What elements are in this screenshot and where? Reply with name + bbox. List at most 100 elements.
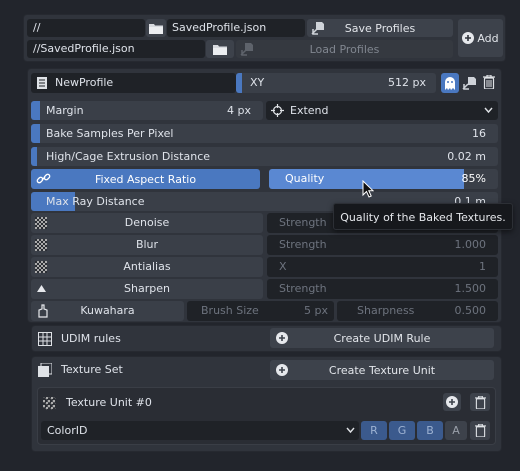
extend-dropdown[interactable]: Extend bbox=[266, 101, 498, 120]
sharpness-label: Sharpness bbox=[357, 304, 415, 317]
fixed-aspect-label: Fixed Aspect Ratio bbox=[94, 172, 197, 186]
antialias-x-field[interactable]: X 1 bbox=[267, 257, 498, 277]
kuwahara-button[interactable]: Kuwahara bbox=[31, 301, 184, 321]
cage-distance-field[interactable]: High/Cage Extrusion Distance 0.02 m bbox=[31, 147, 498, 166]
margin-fill bbox=[31, 101, 40, 120]
quality-value: 85% bbox=[461, 172, 486, 185]
add-profile-button[interactable]: Add bbox=[458, 19, 503, 57]
create-udim-button[interactable]: Create UDIM Rule bbox=[270, 328, 494, 348]
export-icon bbox=[462, 77, 476, 90]
tooltip-text: Quality of the Baked Textures. bbox=[340, 211, 506, 224]
sharpness-field[interactable]: Sharpness 0.500 bbox=[337, 301, 498, 321]
margin-field[interactable]: Margin 4 px bbox=[31, 101, 263, 120]
ghost-toggle[interactable] bbox=[441, 73, 459, 93]
save-file-icon bbox=[311, 22, 324, 35]
filter-row: Antialias X 1 bbox=[31, 257, 498, 277]
filter-param-label: X bbox=[279, 260, 287, 273]
kuwahara-name: Kuwahara bbox=[80, 304, 135, 317]
save-profiles-button[interactable]: Save Profiles bbox=[307, 19, 453, 37]
blur-button[interactable]: Blur bbox=[31, 235, 263, 255]
bake-samples-field[interactable]: Bake Samples Per Pixel 16 bbox=[31, 124, 498, 143]
texture-unit-label: Texture Unit #0 bbox=[66, 396, 152, 409]
grid-icon bbox=[38, 332, 52, 346]
browse-folder-button[interactable] bbox=[206, 40, 234, 58]
brush-size-label: Brush Size bbox=[201, 304, 259, 317]
extend-value: Extend bbox=[290, 104, 329, 117]
channel-toggles: R G B A bbox=[361, 421, 469, 440]
texture-set-header: Texture Set bbox=[38, 361, 238, 379]
checker-icon bbox=[35, 239, 47, 251]
sharpness-value: 0.500 bbox=[454, 304, 487, 317]
filter-row: Blur Strength 1.000 bbox=[31, 235, 498, 255]
add-circle-icon bbox=[276, 332, 288, 344]
delete-profile-button[interactable] bbox=[483, 74, 497, 91]
sharpen-strength-field[interactable]: Strength 1.500 bbox=[267, 279, 498, 299]
quality-slider[interactable]: Quality 85% bbox=[269, 169, 498, 189]
fixed-aspect-toggle[interactable]: Fixed Aspect Ratio bbox=[31, 169, 260, 189]
texture-stack-icon bbox=[38, 363, 52, 377]
checker-icon bbox=[43, 397, 56, 410]
add-circle-icon bbox=[462, 32, 475, 44]
chevron-down-icon bbox=[346, 427, 355, 434]
axis-label: XY bbox=[250, 76, 265, 89]
checker-icon bbox=[35, 217, 47, 229]
sharpen-button[interactable]: Sharpen bbox=[31, 279, 263, 299]
kuwahara-row: Kuwahara Brush Size 5 px Sharpness 0.500 bbox=[31, 301, 498, 321]
antialias-button[interactable]: Antialias bbox=[31, 257, 263, 277]
bake-samples-value: 16 bbox=[472, 127, 486, 140]
trash-icon bbox=[474, 395, 486, 409]
quality-tooltip: Quality of the Baked Textures. bbox=[333, 203, 513, 230]
open-folder-button[interactable] bbox=[146, 19, 166, 37]
filter-param-label: Strength bbox=[279, 238, 327, 251]
denoise-button[interactable]: Denoise bbox=[31, 213, 263, 233]
profile-file-field[interactable]: SavedProfile.json bbox=[167, 19, 305, 37]
margin-label: Margin bbox=[46, 104, 84, 117]
filter-name: Denoise bbox=[124, 216, 170, 229]
resolution-fill bbox=[236, 73, 242, 93]
channel-b-toggle[interactable]: B bbox=[417, 421, 443, 440]
channel-a-toggle[interactable]: A bbox=[445, 421, 467, 440]
bake-samples-fill bbox=[31, 124, 40, 143]
add-circle-icon bbox=[276, 364, 288, 376]
channel-r-label: R bbox=[370, 424, 378, 437]
blur-strength-field[interactable]: Strength 1.000 bbox=[267, 235, 498, 255]
add-unit-button[interactable] bbox=[443, 393, 461, 411]
delete-channel-button[interactable] bbox=[470, 421, 490, 440]
filter-param-value: 1 bbox=[479, 260, 486, 273]
create-texture-unit-label: Create Texture Unit bbox=[328, 363, 436, 377]
create-texture-unit-button[interactable]: Create Texture Unit bbox=[270, 360, 494, 380]
ghost-icon bbox=[445, 76, 455, 90]
add-label: Add bbox=[477, 31, 499, 45]
filter-name: Sharpen bbox=[124, 282, 170, 295]
quality-label: Quality bbox=[285, 172, 325, 185]
resolution-field[interactable]: XY 512 px bbox=[236, 73, 436, 93]
channel-dropdown[interactable]: ColorID bbox=[41, 421, 359, 440]
profile-name[interactable]: NewProfile bbox=[55, 73, 113, 93]
filter-param-value: 1.500 bbox=[454, 282, 487, 295]
load-profiles-button[interactable]: Load Profiles bbox=[236, 40, 453, 58]
triangle-up-icon bbox=[37, 285, 46, 292]
brush-icon bbox=[38, 304, 48, 318]
save-profiles-label: Save Profiles bbox=[344, 21, 416, 35]
udim-header: UDIM rules bbox=[38, 330, 238, 348]
profile-name-row: NewProfile bbox=[31, 73, 236, 93]
trash-icon bbox=[483, 74, 495, 90]
filter-row: Sharpen Strength 1.500 bbox=[31, 279, 498, 299]
crosshair-icon bbox=[271, 104, 284, 117]
trash-icon bbox=[474, 424, 486, 437]
texture-unit-header: Texture Unit #0 bbox=[43, 394, 283, 412]
margin-value: 4 px bbox=[227, 104, 251, 117]
channel-g-toggle[interactable]: G bbox=[389, 421, 415, 440]
profile-path-input[interactable]: //SavedProfile.json bbox=[27, 40, 205, 58]
folder-icon bbox=[213, 44, 227, 55]
export-profile-button[interactable] bbox=[461, 75, 477, 91]
brush-size-field[interactable]: Brush Size 5 px bbox=[187, 301, 334, 321]
delete-unit-button[interactable] bbox=[470, 393, 490, 411]
channel-r-toggle[interactable]: R bbox=[361, 421, 387, 440]
resolution-value: 512 px bbox=[388, 76, 426, 89]
cage-distance-label: High/Cage Extrusion Distance bbox=[46, 150, 211, 163]
path-input[interactable]: // bbox=[27, 19, 145, 37]
max-ray-label: Max Ray Distance bbox=[46, 195, 145, 208]
filter-param-label: Strength bbox=[279, 282, 327, 295]
chevron-down-icon bbox=[484, 107, 493, 114]
